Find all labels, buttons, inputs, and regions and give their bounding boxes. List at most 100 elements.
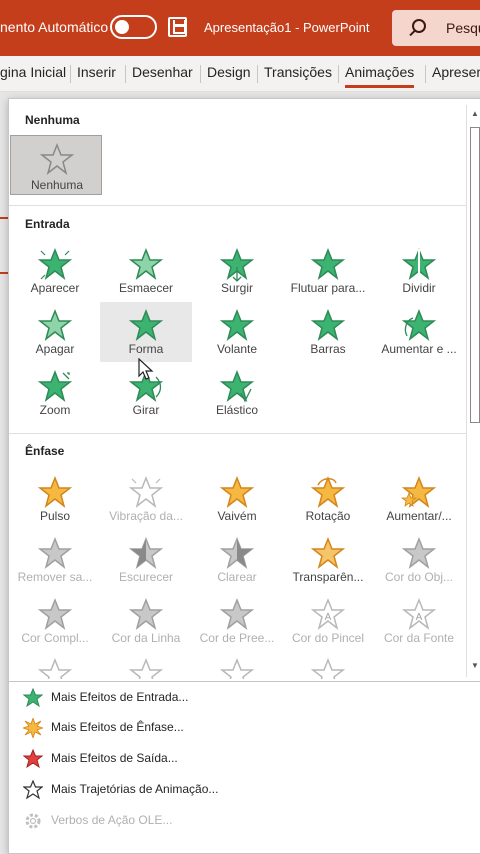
animation-item-apagar[interactable]: Apagar bbox=[9, 302, 101, 362]
scroll-thumb[interactable] bbox=[470, 127, 480, 423]
animation-item-rota-o[interactable]: Rotação bbox=[282, 469, 374, 529]
save-icon[interactable] bbox=[168, 17, 187, 37]
animation-item-volante[interactable]: Volante bbox=[191, 302, 283, 362]
animation-item-flutuar-para[interactable]: Flutuar para... bbox=[282, 241, 374, 301]
red-star-icon bbox=[23, 749, 43, 769]
menu-divider bbox=[9, 681, 480, 682]
animation-item-cor-compl[interactable]: Cor Compl... bbox=[9, 591, 101, 651]
animation-item-cor-do-obj[interactable]: Cor do Obj... bbox=[373, 530, 465, 590]
animation-item-none[interactable]: Nenhuma bbox=[10, 135, 102, 195]
animation-item-cor-da-linha[interactable]: Cor da Linha bbox=[100, 591, 192, 651]
animation-item-label: Aumentar/... bbox=[386, 509, 452, 523]
animation-item-label: Pulso bbox=[39, 509, 71, 523]
tab-transicoes[interactable]: Transições bbox=[264, 64, 332, 80]
tab-separator bbox=[425, 65, 426, 83]
animation-item-el-stico[interactable]: Elástico bbox=[191, 363, 283, 423]
tab-separator bbox=[338, 65, 339, 83]
tab-inserir[interactable]: Inserir bbox=[77, 64, 116, 80]
scroll-down-icon[interactable]: ▼ bbox=[470, 661, 480, 671]
menu-more-motion-paths[interactable]: Mais Trajetórias de Animação... bbox=[21, 776, 461, 804]
animation-item-cor-de-pree[interactable]: Cor de Pree... bbox=[191, 591, 283, 651]
section-header-emphasis: Ênfase bbox=[25, 444, 65, 458]
animation-item-aumentar-e[interactable]: Aumentar e ... bbox=[373, 302, 465, 362]
autosave-toggle[interactable] bbox=[110, 15, 157, 39]
animation-item-cor-do-pincel[interactable]: A Cor do Pincel bbox=[282, 591, 374, 651]
outline-star-icon bbox=[23, 780, 43, 800]
autosave-label: nento Automático bbox=[0, 19, 109, 35]
mouse-cursor-icon bbox=[138, 358, 154, 380]
star-shape-icon bbox=[128, 308, 164, 341]
animation-item-label: Cor Compl... bbox=[21, 631, 89, 645]
green-star-icon bbox=[23, 688, 43, 708]
animation-item-pulso[interactable]: Pulso bbox=[9, 469, 101, 529]
animation-item-vibra-o-da[interactable]: Vibração da... bbox=[100, 469, 192, 529]
svg-text:A: A bbox=[325, 612, 332, 623]
search-box[interactable]: Pesqu bbox=[392, 10, 480, 46]
animation-item-vaiv-m[interactable]: Vaivém bbox=[191, 469, 283, 529]
star-fade-icon bbox=[128, 247, 164, 280]
toggle-knob bbox=[115, 20, 129, 34]
star-grow-turn-icon bbox=[401, 308, 437, 341]
title-bar: nento Automático Apresentação1 - PowerPo… bbox=[0, 0, 480, 56]
animation-item-label: Girar bbox=[132, 403, 160, 417]
search-icon bbox=[412, 19, 426, 33]
gallery-scrollbar[interactable]: ▲ ▼ bbox=[466, 105, 480, 677]
tab-desenhar[interactable]: Desenhar bbox=[132, 64, 193, 80]
partial-star-icon bbox=[128, 657, 164, 679]
menu-more-entrance-effects[interactable]: Mais Efeitos de Entrada... bbox=[21, 684, 461, 712]
animation-item-transpar-n[interactable]: Transparên... bbox=[282, 530, 374, 590]
tab-separator bbox=[125, 65, 126, 83]
animation-item-label: Elástico bbox=[215, 403, 259, 417]
scroll-up-icon[interactable]: ▲ bbox=[470, 109, 480, 119]
animation-gallery: Nenhuma Nenhuma Entrada Aparecer Esmaecer… bbox=[8, 98, 480, 854]
ribbon-tabs: gina Inicial Inserir Desenhar Design Tra… bbox=[0, 56, 480, 92]
tab-pagina-inicial[interactable]: gina Inicial bbox=[0, 64, 66, 80]
animation-item-label: Esmaecer bbox=[118, 281, 174, 295]
animation-item-forma[interactable]: Forma bbox=[100, 302, 192, 362]
animation-item-label: Transparên... bbox=[292, 570, 364, 584]
animation-item-dividir[interactable]: Dividir bbox=[373, 241, 465, 301]
animation-item-label: Cor da Fonte bbox=[383, 631, 455, 645]
tab-animacoes[interactable]: Animações bbox=[345, 64, 415, 88]
animation-item-label: Clarear bbox=[217, 570, 257, 584]
star-teeter-icon bbox=[219, 475, 255, 508]
animation-item-label: Apagar bbox=[35, 342, 75, 356]
star-complementary-color-icon bbox=[37, 597, 73, 630]
star-wheel-icon bbox=[219, 308, 255, 341]
menu-more-emphasis-effects[interactable]: Mais Efeitos de Ênfase... bbox=[21, 714, 461, 742]
animation-item-aparecer[interactable]: Aparecer bbox=[9, 241, 101, 301]
animation-item-escurecer[interactable]: Escurecer bbox=[100, 530, 192, 590]
menu-more-exit-effects[interactable]: Mais Efeitos de Saída... bbox=[21, 745, 461, 773]
menu-ole-action-verbs[interactable]: Verbos de Ação OLE... bbox=[21, 807, 461, 835]
svg-text:A: A bbox=[416, 612, 423, 623]
animation-item-clarear[interactable]: Clarear bbox=[191, 530, 283, 590]
section-divider bbox=[9, 433, 466, 434]
animation-item-barras[interactable]: Barras bbox=[282, 302, 374, 362]
partial-star-icon bbox=[219, 657, 255, 679]
animation-item-label: Forma bbox=[128, 342, 164, 356]
animation-item-label: Cor do Obj... bbox=[384, 570, 454, 584]
animation-item-remover-sa[interactable]: Remover sa... bbox=[9, 530, 101, 590]
animation-item-esmaecer[interactable]: Esmaecer bbox=[100, 241, 192, 301]
menu-item-label: Mais Trajetórias de Animação... bbox=[51, 782, 219, 796]
animation-item-label: Volante bbox=[216, 342, 258, 356]
star-color-pulse-icon bbox=[128, 475, 164, 508]
star-darken-icon bbox=[128, 536, 164, 569]
tab-apresentacao[interactable]: Apreser bbox=[432, 64, 480, 80]
animation-item-label: Rotação bbox=[305, 509, 351, 523]
animation-item-aumentar[interactable]: Aumentar/... bbox=[373, 469, 465, 529]
tab-separator bbox=[70, 65, 71, 83]
animation-item-surgir[interactable]: Surgir bbox=[191, 241, 283, 301]
animation-item-label: Surgir bbox=[220, 281, 253, 295]
star-lighten-icon bbox=[219, 536, 255, 569]
star-desaturate-icon bbox=[37, 536, 73, 569]
star-bars-icon bbox=[310, 308, 346, 341]
animation-item-cor-da-fonte[interactable]: A Cor da Fonte bbox=[373, 591, 465, 651]
star-zoom-icon bbox=[37, 369, 73, 402]
animation-item-label: Barras bbox=[310, 342, 346, 356]
animation-item-label: Cor da Linha bbox=[111, 631, 181, 645]
animation-item-label: Flutuar para... bbox=[290, 281, 366, 295]
tab-design[interactable]: Design bbox=[207, 64, 251, 80]
star-grow-shrink-icon bbox=[401, 475, 437, 508]
animation-item-zoom[interactable]: Zoom bbox=[9, 363, 101, 423]
